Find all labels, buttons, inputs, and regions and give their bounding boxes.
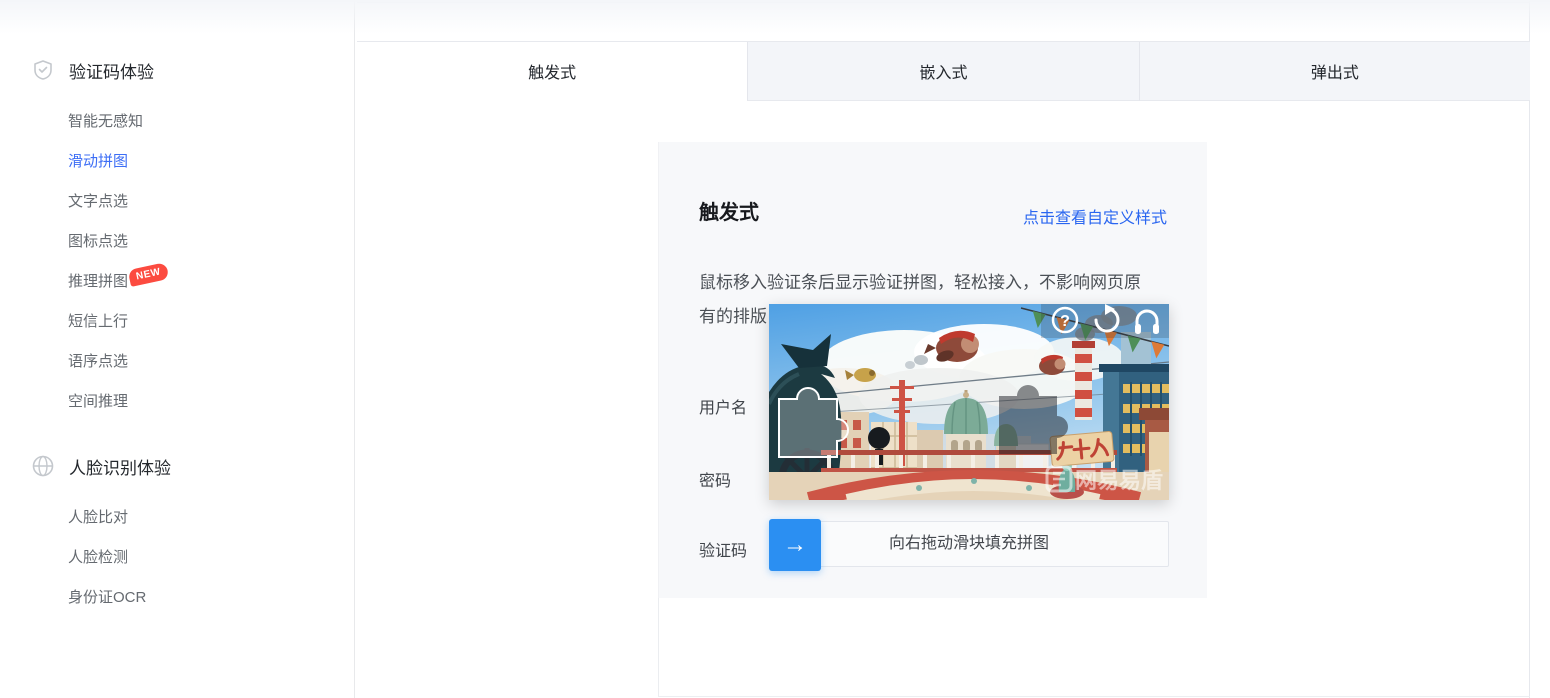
- username-label: 用户名: [699, 394, 747, 418]
- sidebar-item-label: 身份证OCR: [68, 589, 146, 606]
- puzzle-piece: [779, 388, 848, 457]
- sidebar-item-label: 图标点选: [68, 233, 128, 250]
- sidebar-section-title: 验证码体验: [69, 58, 154, 83]
- sidebar-section-captcha: 验证码体验: [0, 56, 354, 84]
- captcha-image: ? 网易易盾: [769, 304, 1169, 500]
- demo-frame-bottom-border: [658, 696, 1530, 697]
- sidebar-item-label: 短信上行: [68, 313, 128, 330]
- custom-style-link[interactable]: 点击查看自定义样式: [1023, 204, 1167, 228]
- page: 验证码体验 智能无感知 滑动拼图 文字点选 图标点选 推理拼图NEW 短信上行 …: [0, 0, 1550, 698]
- captcha-slider-handle[interactable]: →: [769, 519, 821, 571]
- new-badge: NEW: [128, 262, 170, 287]
- sidebar-item-slide-puzzle[interactable]: 滑动拼图: [0, 142, 354, 182]
- demo-title: 触发式: [699, 196, 759, 225]
- sidebar-item-face-detect[interactable]: 人脸检测: [0, 538, 354, 578]
- captcha-label: 验证码: [699, 537, 747, 561]
- demo-frame-left-border: [658, 598, 659, 697]
- globe-icon: [30, 453, 56, 479]
- sidebar: 验证码体验 智能无感知 滑动拼图 文字点选 图标点选 推理拼图NEW 短信上行 …: [0, 0, 355, 698]
- watermark-text: 网易易盾: [1075, 468, 1163, 493]
- sidebar-item-label: 文字点选: [68, 193, 128, 210]
- tab-embed-mode[interactable]: 嵌入式: [747, 42, 1138, 101]
- sidebar-item-label: 空间推理: [68, 393, 128, 410]
- sidebar-item-face-compare[interactable]: 人脸比对: [0, 498, 354, 538]
- sidebar-item-word-order-click[interactable]: 语序点选: [0, 342, 354, 382]
- sidebar-item-label: 滑动拼图: [68, 153, 128, 170]
- password-label: 密码: [699, 467, 731, 491]
- header-divider: [357, 2, 1530, 3]
- sidebar-section-face: 人脸识别体验: [0, 452, 354, 480]
- tab-label: 嵌入式: [919, 59, 967, 83]
- sidebar-section-title: 人脸识别体验: [69, 454, 171, 479]
- tab-popup-mode[interactable]: 弹出式: [1139, 42, 1530, 101]
- sidebar-item-icon-click[interactable]: 图标点选: [0, 222, 354, 262]
- sidebar-item-smart-sensorless[interactable]: 智能无感知: [0, 102, 354, 142]
- content-right-border: [1529, 0, 1530, 698]
- sidebar-item-label: 推理拼图: [68, 273, 128, 290]
- sidebar-item-label: 智能无感知: [68, 113, 143, 130]
- sidebar-item-idcard-ocr[interactable]: 身份证OCR: [0, 578, 354, 618]
- sidebar-item-space-inference[interactable]: 空间推理: [0, 382, 354, 422]
- demo-card: 触发式 点击查看自定义样式 鼠标移入验证条后显示验证拼图，轻松接入，不影响网页原…: [658, 142, 1207, 598]
- sidebar-item-label: 人脸检测: [68, 549, 128, 566]
- svg-text:?: ?: [1060, 313, 1070, 330]
- sidebar-list-face: 人脸比对 人脸检测 身份证OCR: [0, 498, 354, 618]
- sidebar-item-sms-up[interactable]: 短信上行: [0, 302, 354, 342]
- sidebar-list-captcha: 智能无感知 滑动拼图 文字点选 图标点选 推理拼图NEW 短信上行 语序点选 空…: [0, 102, 354, 422]
- sidebar-item-label: 语序点选: [68, 353, 128, 370]
- tab-trigger-mode[interactable]: 触发式: [357, 42, 747, 101]
- sidebar-item-inference-puzzle[interactable]: 推理拼图NEW: [0, 262, 354, 302]
- tab-label: 触发式: [528, 59, 576, 83]
- tab-label: 弹出式: [1311, 59, 1359, 83]
- slider-hint-text: 向右拖动滑块填充拼图: [770, 522, 1168, 566]
- sidebar-item-label: 人脸比对: [68, 509, 128, 526]
- flying-airship-small: [1039, 355, 1066, 375]
- sidebar-item-text-click[interactable]: 文字点选: [0, 182, 354, 222]
- captcha-slider-track[interactable]: 向右拖动滑块填充拼图 →: [769, 521, 1169, 567]
- arrow-right-icon: →: [783, 533, 807, 557]
- tab-bar: 触发式 嵌入式 弹出式: [357, 41, 1530, 101]
- shield-check-icon: [30, 57, 56, 83]
